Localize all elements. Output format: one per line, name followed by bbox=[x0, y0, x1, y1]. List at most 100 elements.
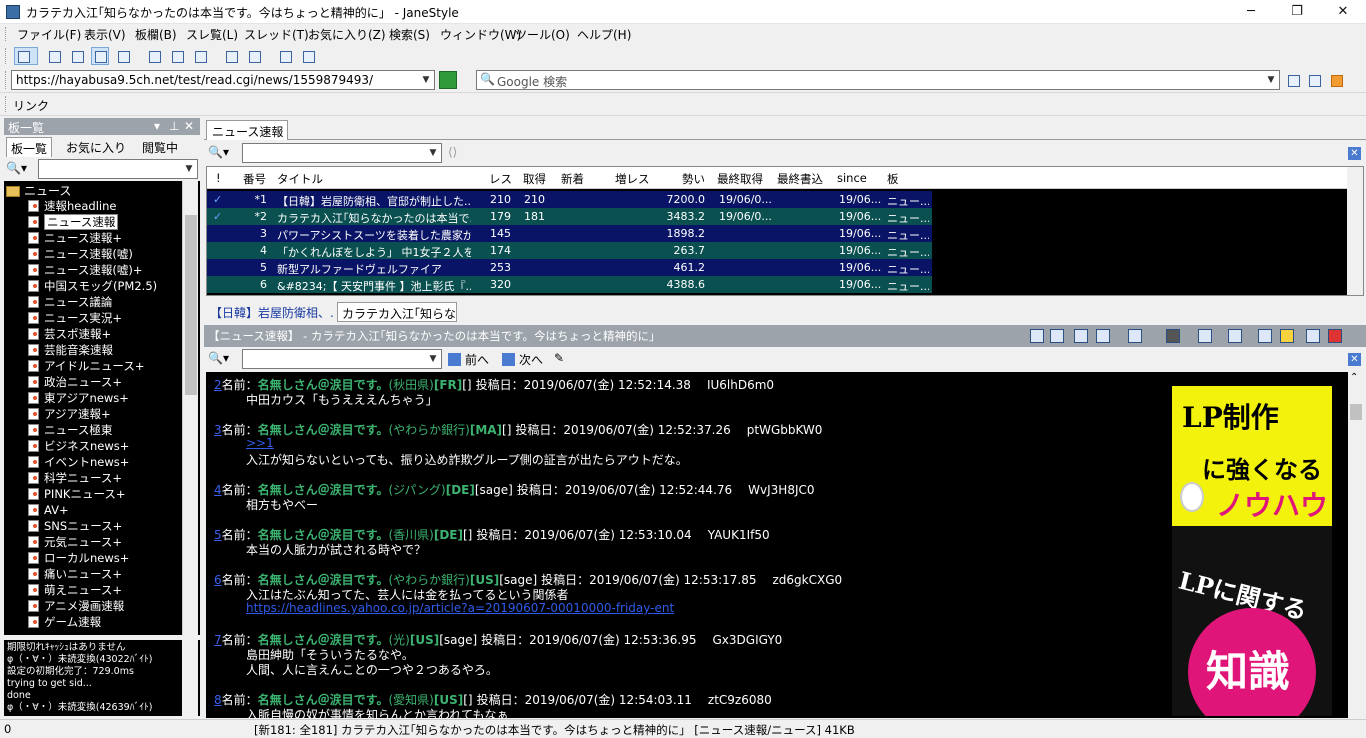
list-search-icon[interactable]: 🔍▾ bbox=[208, 145, 229, 159]
post-url-link[interactable]: https://headlines.yahoo.co.jp/article?a=… bbox=[246, 601, 674, 615]
board-item[interactable]: アニメ漫画速報 bbox=[26, 598, 184, 614]
menu-window[interactable]: ウィンドウ(W) bbox=[440, 26, 521, 43]
menu-board[interactable]: 板欄(B) bbox=[135, 26, 177, 43]
minimize-button[interactable]: ─ bbox=[1228, 0, 1274, 24]
url-dropdown-icon[interactable]: ▼ bbox=[420, 73, 432, 87]
board-item[interactable]: AV+ bbox=[26, 502, 184, 518]
layout4-icon[interactable] bbox=[114, 47, 132, 65]
board-item[interactable]: ニュース速報(嘘) bbox=[26, 246, 184, 262]
board-item[interactable]: ニュース速報(嘘)+ bbox=[26, 262, 184, 278]
viewer-close-icon[interactable]: ✕ bbox=[1348, 353, 1361, 366]
viewer-scrollbar[interactable]: ⌃ bbox=[1348, 372, 1364, 718]
board-item[interactable]: 東アジアnews+ bbox=[26, 390, 184, 406]
board-item[interactable]: ゲーム速報 bbox=[26, 614, 184, 630]
list-search-input[interactable]: ▼ bbox=[242, 143, 442, 163]
layout2-icon[interactable] bbox=[68, 47, 86, 65]
menu-help[interactable]: ヘルプ(H) bbox=[577, 26, 631, 43]
board-item[interactable]: イベントnews+ bbox=[26, 454, 184, 470]
post-num[interactable]: 4 bbox=[214, 483, 222, 497]
tab-thread-1[interactable]: 【日韓】岩屋防衛相、... bbox=[206, 302, 334, 322]
col-res[interactable]: レス bbox=[489, 171, 512, 187]
col-mark[interactable]: ! bbox=[216, 171, 221, 185]
scroll-top-icon[interactable]: ⌃ bbox=[1350, 372, 1358, 383]
maximize-button[interactable]: ❐ bbox=[1274, 0, 1320, 24]
thread-search-icon[interactable]: 🔍▾ bbox=[208, 351, 229, 365]
link-grip[interactable] bbox=[5, 96, 8, 112]
board-item[interactable]: ニュース実況+ bbox=[26, 310, 184, 326]
board-item[interactable]: ニュース議論 bbox=[26, 294, 184, 310]
board-item[interactable]: 痛いニュース+ bbox=[26, 566, 184, 582]
menu-thread[interactable]: スレッド(T) bbox=[244, 26, 309, 43]
comment-icon[interactable] bbox=[222, 47, 240, 65]
reload-icon[interactable] bbox=[168, 47, 186, 65]
memo-icon[interactable] bbox=[1258, 329, 1272, 343]
board-search-icon[interactable]: 🔍▾ bbox=[6, 161, 27, 175]
board-item[interactable]: 元気ニュース+ bbox=[26, 534, 184, 550]
menu-grip[interactable] bbox=[5, 27, 8, 41]
url-input[interactable]: https://hayabusa9.5ch.net/test/read.cgi/… bbox=[11, 70, 435, 90]
col-board[interactable]: 板 bbox=[887, 171, 899, 187]
thread-row[interactable]: ✓ *1 【日韓】岩屋防衛相、官邸が制止した... 210 210 7200.0 19/06… bbox=[207, 191, 932, 208]
go-arrow-icon[interactable] bbox=[439, 71, 457, 89]
advertisement[interactable]: LP制作 に強くなる ノウハウ LPに関する 知識 bbox=[1172, 386, 1332, 716]
search-input[interactable]: Google 検索 🔍 ▼ bbox=[476, 70, 1280, 90]
highlight-icon[interactable]: ✎ bbox=[554, 351, 564, 365]
stop-icon[interactable] bbox=[1166, 329, 1180, 343]
folder-news[interactable]: ニュース bbox=[6, 182, 71, 199]
panel-close-icon[interactable]: ✕ bbox=[184, 119, 194, 133]
col-number[interactable]: 番号 bbox=[243, 171, 266, 187]
write-icon[interactable] bbox=[145, 47, 163, 65]
col-title[interactable]: タイトル bbox=[277, 171, 323, 187]
board-item[interactable]: 芸スポ速報+ bbox=[26, 326, 184, 342]
layout3-icon[interactable] bbox=[91, 47, 109, 65]
board-item[interactable]: 中国スモッグ(PM2.5) bbox=[26, 278, 184, 294]
board-item[interactable]: 科学ニュース+ bbox=[26, 470, 184, 486]
next-button[interactable]: 次へ bbox=[502, 351, 543, 368]
star-icon[interactable] bbox=[1280, 329, 1294, 343]
tab-news-sokuho[interactable]: ニュース速報 bbox=[206, 120, 288, 140]
thread-row[interactable]: 6 &#8234;【 天安門事件 】池上彰氏『... 320 4388.6 19/06.… bbox=[207, 276, 932, 293]
refresh-icon[interactable] bbox=[1030, 329, 1044, 343]
board-item[interactable]: 政治ニュース+ bbox=[26, 374, 184, 390]
board-item[interactable]: SNSニュース+ bbox=[26, 518, 184, 534]
board-item[interactable]: 芸能音楽速報 bbox=[26, 342, 184, 358]
search-dropdown-icon[interactable]: ▼ bbox=[1265, 73, 1277, 87]
board-item[interactable]: アジア速報+ bbox=[26, 406, 184, 422]
board-item[interactable]: ニュース速報 bbox=[26, 214, 184, 230]
post-num[interactable]: 6 bbox=[214, 573, 222, 587]
log-scrollbar[interactable] bbox=[182, 640, 198, 716]
list-close-icon[interactable]: ✕ bbox=[1348, 147, 1361, 160]
board-item[interactable]: 速報headline bbox=[26, 198, 184, 214]
address-grip[interactable] bbox=[5, 71, 8, 89]
post-num[interactable]: 2 bbox=[214, 378, 222, 392]
online-toggle-icon[interactable] bbox=[14, 47, 38, 65]
filter-icon[interactable] bbox=[1050, 329, 1064, 343]
thread-search-input[interactable]: ▼ bbox=[242, 349, 442, 369]
trash-icon[interactable] bbox=[1306, 329, 1320, 343]
thread-row[interactable]: ✓ *2 カラテカ入江｢知らなかったのは本当で... 179 181 3483.2 19/0… bbox=[207, 208, 932, 225]
board-item[interactable]: PINKニュース+ bbox=[26, 486, 184, 502]
thread-row[interactable]: 5 新型アルファードヴェルファイア 253 461.2 19/06... ニュー... bbox=[207, 259, 932, 276]
menu-tools[interactable]: ツール(O) bbox=[515, 26, 570, 43]
pen-icon[interactable] bbox=[1198, 329, 1212, 343]
col-inc[interactable]: 増レス bbox=[615, 171, 650, 187]
post-anchor-link[interactable]: >>1 bbox=[246, 436, 274, 450]
board-item[interactable]: ビジネスnews+ bbox=[26, 438, 184, 454]
board-search-input[interactable]: ▼ bbox=[38, 159, 198, 179]
reload-thread-icon[interactable] bbox=[1128, 329, 1142, 343]
col-got[interactable]: 取得 bbox=[523, 171, 546, 187]
layout1-icon[interactable] bbox=[45, 47, 63, 65]
tab-board-list[interactable]: 板一覧 bbox=[6, 137, 53, 157]
post-num[interactable]: 5 bbox=[214, 528, 222, 542]
board-tree-scrollbar[interactable] bbox=[182, 181, 198, 635]
col-since[interactable]: since bbox=[837, 171, 867, 185]
panel-menu-icon[interactable]: ▾ bbox=[154, 119, 160, 133]
settings-icon[interactable] bbox=[276, 47, 294, 65]
board-item[interactable]: ニュース極東 bbox=[26, 422, 184, 438]
doc-icon[interactable] bbox=[1074, 329, 1088, 343]
col-new[interactable]: 新着 bbox=[561, 171, 584, 187]
post-num[interactable]: 7 bbox=[214, 633, 222, 647]
col-last-write[interactable]: 最終書込 bbox=[777, 171, 823, 187]
thread-row[interactable]: 3 パワーアシストスーツを装着した農家が... 145 1898.2 19/06... ニ… bbox=[207, 225, 932, 242]
prev-button[interactable]: 前へ bbox=[448, 351, 489, 368]
